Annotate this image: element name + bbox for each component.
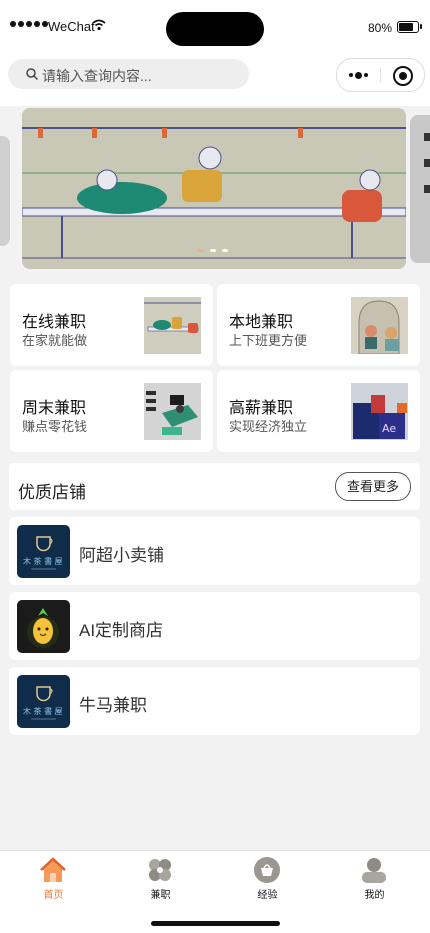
close-target-icon[interactable]	[393, 66, 413, 86]
basket-icon	[254, 857, 280, 883]
svg-text:木 茶 書 屋: 木 茶 書 屋	[23, 706, 63, 716]
category-subtitle: 在家就能做	[22, 333, 88, 348]
search-placeholder: 请输入查询内容...	[42, 68, 152, 84]
tab-label: 我的	[364, 890, 385, 901]
tab-part-time[interactable]: 兼职	[107, 851, 214, 907]
category-subtitle: 赚点零花钱	[22, 419, 88, 434]
shop-name: 牛马兼职	[79, 696, 147, 715]
user-icon	[362, 858, 386, 883]
shop-item[interactable]: 木 茶 書 屋 牛马兼职	[9, 667, 420, 735]
tab-label: 兼职	[150, 890, 171, 901]
category-card-weekend[interactable]: 周末兼职 赚点零花钱	[10, 370, 213, 452]
tab-mine[interactable]: 我的	[321, 851, 428, 907]
category-title: 本地兼职	[229, 314, 294, 331]
status-bar: WeChat 80%	[0, 0, 430, 54]
banner-dot	[210, 249, 216, 252]
weekend-job-image	[144, 383, 201, 440]
category-title: 周末兼职	[22, 400, 87, 417]
battery-icon	[397, 21, 422, 33]
banner-slide[interactable]	[22, 108, 406, 269]
banner-dot	[222, 249, 228, 252]
dynamic-island	[166, 12, 264, 46]
home-icon	[40, 857, 66, 882]
tab-home[interactable]: 首页	[0, 851, 107, 907]
signal-icon	[10, 21, 48, 27]
svg-text:Ae: Ae	[382, 422, 396, 435]
shop-name: AI定制商店	[79, 621, 164, 640]
banner-indicator	[198, 249, 228, 252]
more-icon[interactable]	[349, 68, 371, 82]
banner-carousel[interactable]	[0, 108, 430, 272]
category-card-local[interactable]: 本地兼职 上下班更方便	[217, 284, 420, 366]
tab-experience[interactable]: 经验	[214, 851, 321, 907]
clover-icon	[149, 859, 171, 881]
category-card-online[interactable]: 在线兼职 在家就能做	[10, 284, 213, 366]
battery-percent: 80%	[368, 21, 393, 35]
shop-name: 阿超小卖铺	[79, 546, 164, 565]
shops-section-header: 优质店铺 查看更多	[9, 463, 420, 510]
miniprogram-capsule	[336, 58, 425, 92]
tab-label: 首页	[43, 890, 64, 901]
category-title: 在线兼职	[22, 314, 87, 331]
search-icon	[26, 68, 38, 80]
banner-dot	[198, 249, 204, 252]
banner-prev-slide[interactable]	[0, 136, 10, 246]
category-title: 高薪兼职	[229, 400, 294, 417]
pineapple-logo-icon	[17, 600, 70, 653]
local-job-image	[351, 297, 408, 354]
capsule-divider	[380, 68, 381, 82]
online-job-image	[144, 297, 201, 354]
banner-next-slide[interactable]	[410, 115, 430, 263]
coffee-logo-icon: 木 茶 書 屋	[17, 525, 70, 578]
svg-text:木 茶 書 屋: 木 茶 書 屋	[23, 556, 63, 566]
carrier-name: WeChat	[48, 19, 95, 34]
office-illustration	[22, 108, 406, 269]
search-input[interactable]: 请输入查询内容...	[8, 59, 249, 89]
home-indicator	[151, 921, 280, 926]
bottom-tab-bar: 首页 兼职 经验 我的	[0, 850, 430, 933]
section-title: 优质店铺	[18, 483, 86, 502]
category-subtitle: 实现经济独立	[229, 419, 308, 434]
tab-label: 经验	[257, 890, 278, 901]
view-more-button[interactable]: 查看更多	[335, 472, 411, 501]
shop-item[interactable]: 木 茶 書 屋 阿超小卖铺	[9, 517, 420, 585]
category-card-high-pay[interactable]: 高薪兼职 实现经济独立 Ae	[217, 370, 420, 452]
header-bar: 请输入查询内容...	[0, 54, 430, 106]
high-pay-job-image: Ae	[351, 383, 408, 440]
coffee-logo-icon: 木 茶 書 屋	[17, 675, 70, 728]
wifi-icon	[92, 19, 106, 31]
category-subtitle: 上下班更方便	[229, 333, 308, 348]
shop-item[interactable]: AI定制商店	[9, 592, 420, 660]
